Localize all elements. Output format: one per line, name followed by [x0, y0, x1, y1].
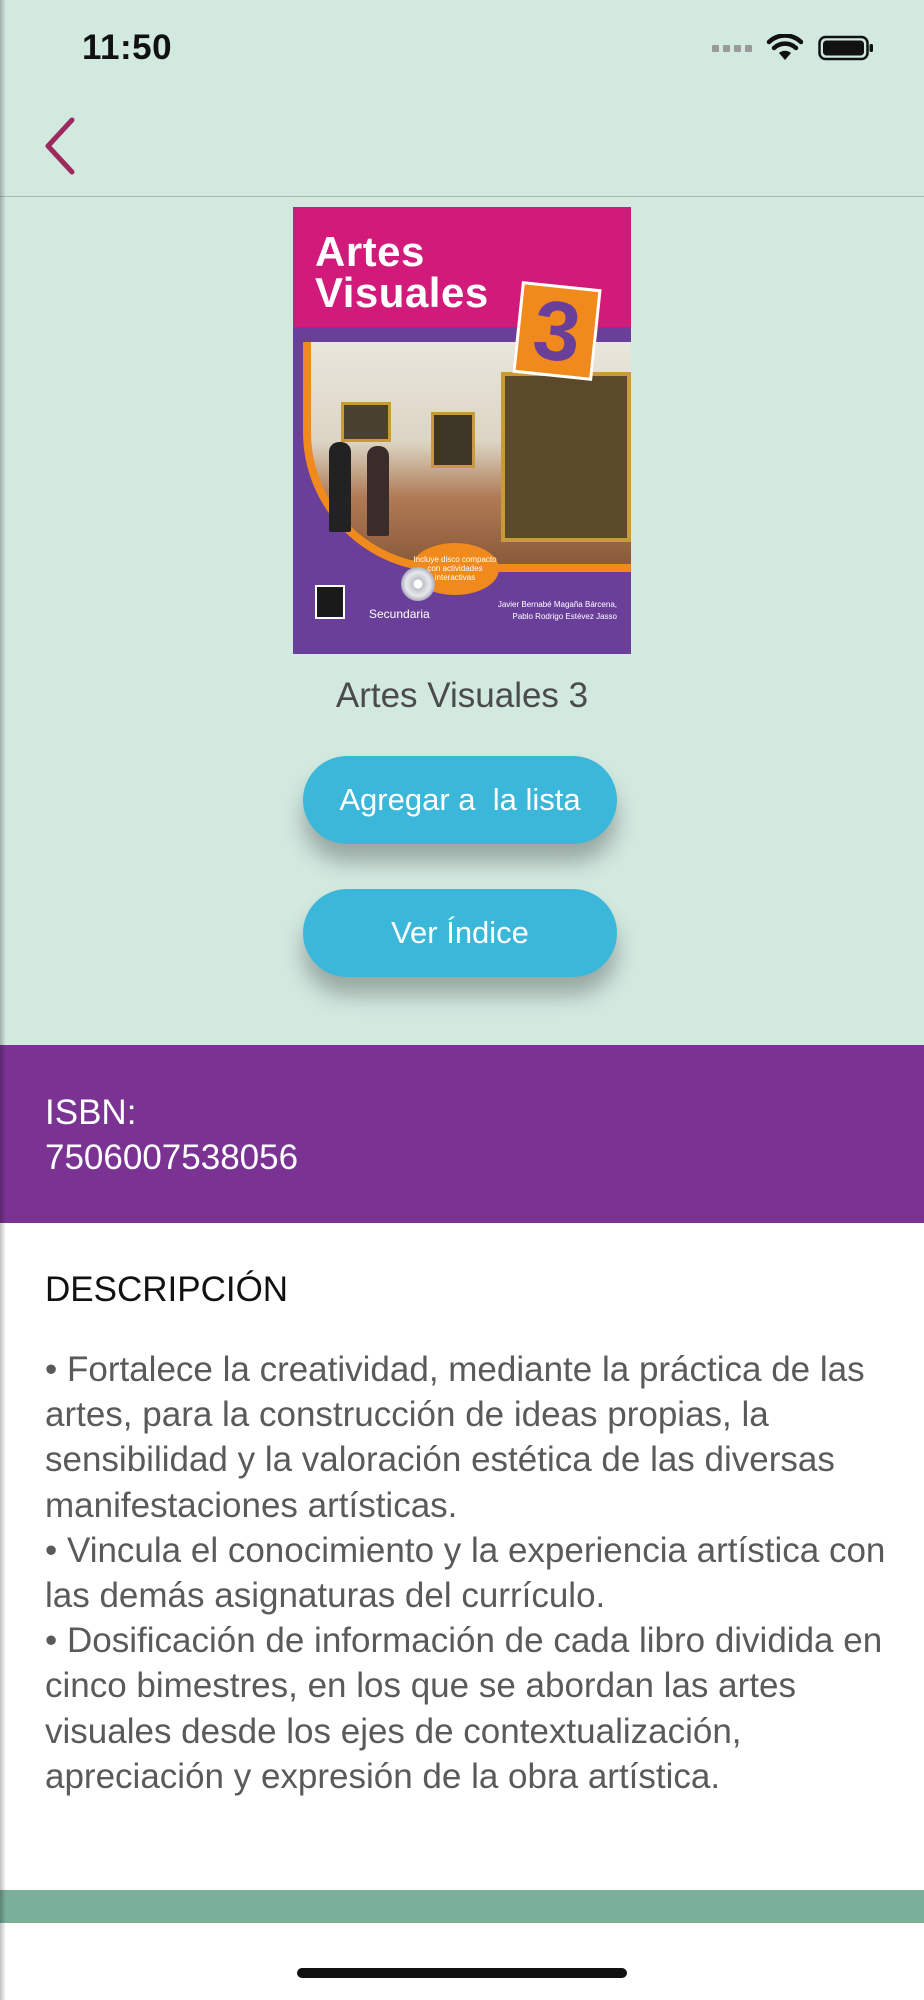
book-cover-image: Artes Visuales 3 Incluye disco compacto …	[293, 207, 631, 654]
cover-visitor	[329, 442, 351, 532]
cover-visitor	[367, 446, 389, 536]
description-item: • Fortalece la creatividad, mediante la …	[45, 1350, 865, 1525]
status-time: 11:50	[82, 28, 173, 67]
wifi-icon	[766, 34, 804, 60]
cover-painting	[501, 372, 631, 542]
home-indicator[interactable]	[297, 1968, 627, 1978]
cd-icon	[401, 567, 435, 601]
cover-title: Artes Visuales	[315, 228, 489, 316]
cover-authors: Javier Bernabé Magaña Bárcena, Pablo Rod…	[497, 600, 617, 621]
book-detail-screen: 11:50 Artes Visuales 3 Incluye disco com…	[0, 0, 924, 2000]
edge-shadow	[0, 0, 6, 2000]
publisher-logo	[315, 585, 345, 619]
cover-number: 3	[512, 281, 602, 381]
chevron-left-icon	[45, 117, 75, 175]
view-index-button[interactable]: Ver Índice	[303, 889, 617, 977]
signal-icon	[712, 44, 752, 52]
description-item: • Dosificación de información de cada li…	[45, 1621, 883, 1796]
bottom-band	[0, 1890, 924, 1923]
add-to-list-button[interactable]: Agregar a la lista	[303, 756, 617, 844]
cover-painting	[341, 402, 391, 442]
cover-imprint: Secundaria	[369, 607, 430, 621]
description-text: • Fortalece la creatividad, mediante la …	[45, 1347, 895, 1799]
description-item: • Vincula el conocimiento y la experienc…	[45, 1530, 886, 1616]
description-heading: DESCRIPCIÓN	[45, 1270, 289, 1309]
back-button[interactable]	[30, 108, 90, 184]
isbn-label: ISBN:	[45, 1093, 137, 1132]
book-title: Artes Visuales 3	[335, 676, 589, 715]
cover-painting	[431, 412, 475, 468]
status-icons	[712, 34, 874, 62]
isbn-value: 7506007538056	[45, 1138, 299, 1177]
nav-divider	[0, 196, 924, 197]
battery-icon	[818, 35, 873, 61]
isbn-block: ISBN: 7506007538056	[45, 1090, 298, 1180]
